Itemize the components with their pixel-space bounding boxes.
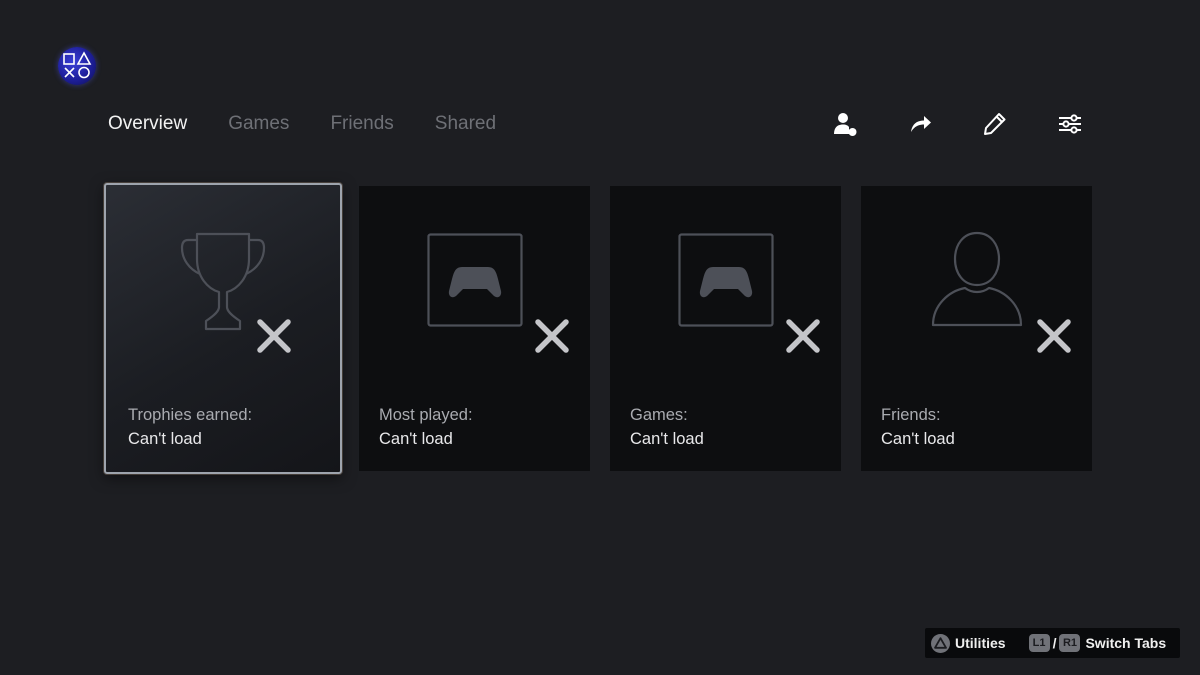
most-played-label: Most played: bbox=[379, 406, 473, 424]
tab-friends[interactable]: Friends bbox=[330, 112, 393, 136]
friends-card[interactable]: Friends: Can't load bbox=[861, 186, 1092, 471]
games-card[interactable]: Games: Can't load bbox=[610, 186, 841, 471]
tab-overview[interactable]: Overview bbox=[108, 112, 187, 136]
games-label: Games: bbox=[630, 406, 688, 424]
playstation-shapes-icon bbox=[63, 51, 92, 79]
controller-icon bbox=[427, 233, 523, 327]
profile-settings-button[interactable] bbox=[1055, 109, 1085, 139]
load-error-x-icon bbox=[786, 319, 820, 353]
profile-actions bbox=[830, 109, 1090, 139]
l1-button-icon: L1 bbox=[1028, 634, 1050, 652]
games-value: Can't load bbox=[630, 430, 704, 448]
edit-profile-button[interactable] bbox=[980, 109, 1010, 139]
friends-value: Can't load bbox=[881, 430, 955, 448]
person-icon bbox=[931, 231, 1023, 327]
friends-label: Friends: bbox=[881, 406, 941, 424]
switch-tabs-hint-label: Switch Tabs bbox=[1085, 635, 1167, 651]
edit-pencil-icon bbox=[984, 113, 1006, 135]
trophy-icon bbox=[180, 232, 266, 331]
controller-icon bbox=[678, 233, 774, 327]
friend-request-button[interactable] bbox=[830, 109, 860, 139]
most-played-card[interactable]: Most played: Can't load bbox=[359, 186, 590, 471]
load-error-x-icon bbox=[257, 319, 291, 353]
trophies-card[interactable]: Trophies earned: Can't load bbox=[104, 183, 342, 474]
most-played-value: Can't load bbox=[379, 430, 453, 448]
settings-sliders-icon bbox=[1059, 114, 1081, 134]
load-error-x-icon bbox=[1037, 319, 1071, 353]
profile-tabs: Overview Games Friends Shared bbox=[108, 112, 537, 136]
tab-games[interactable]: Games bbox=[228, 112, 289, 136]
profile-screen: Overview Games Friends Shared Trophies e… bbox=[0, 0, 1200, 675]
button-hints-bar: Utilities L1 / R1 Switch Tabs bbox=[925, 628, 1180, 658]
triangle-button-icon bbox=[931, 633, 950, 653]
share-button[interactable] bbox=[905, 109, 935, 139]
r1-button-icon: R1 bbox=[1059, 634, 1081, 652]
load-error-x-icon bbox=[535, 319, 569, 353]
utilities-hint-label: Utilities bbox=[955, 635, 1006, 651]
avatar[interactable] bbox=[58, 47, 96, 85]
tab-shared[interactable]: Shared bbox=[435, 112, 496, 136]
trophies-value: Can't load bbox=[128, 430, 202, 448]
friend-request-icon bbox=[834, 113, 857, 136]
trophies-label: Trophies earned: bbox=[128, 406, 253, 424]
hint-separator: / bbox=[1052, 635, 1057, 651]
share-icon bbox=[911, 116, 931, 132]
